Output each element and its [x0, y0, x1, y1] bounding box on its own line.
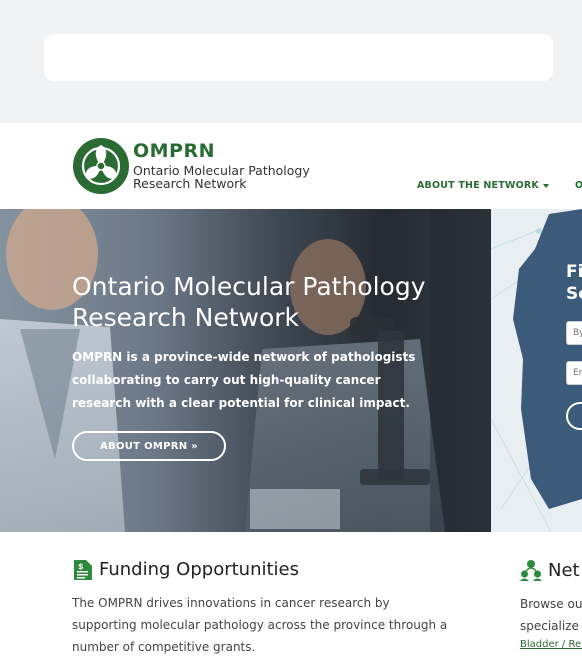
logo-abbreviation: OMPRN	[133, 139, 216, 162]
nav-about-the-network[interactable]: ABOUT THE NETWORK	[417, 180, 549, 191]
nav-item-2-label: OU	[574, 180, 582, 191]
network-text-line-2: specialize i	[520, 619, 582, 633]
browser-address-bar[interactable]	[44, 34, 553, 81]
finder-input-1[interactable]	[566, 321, 582, 345]
nav-about-label: ABOUT THE NETWORK	[417, 180, 539, 191]
webpage: OMPRN Ontario Molecular Pathology Resear…	[0, 123, 582, 670]
hero-description: OMPRN is a province-wide network of path…	[72, 350, 416, 410]
funding-document-icon: $	[74, 559, 92, 580]
finder-title-line-2: Se	[566, 284, 582, 304]
hero-title: Ontario Molecular Pathology Research Net…	[72, 272, 426, 332]
finder-title-line-1: Fi	[566, 262, 582, 282]
network-title: Net	[548, 559, 580, 581]
people-network-icon	[520, 560, 542, 581]
logo-name-line-2: Research Network	[133, 175, 247, 191]
main-navigation: ABOUT THE NETWORK OU	[417, 180, 582, 191]
finder-title: Fi Se	[566, 261, 582, 305]
network-text-line-1: Browse ou	[520, 597, 582, 611]
researcher-finder-panel: Fi Se	[491, 209, 582, 532]
logo-name-line-1: Ontario Molecular Pathology	[133, 162, 310, 178]
hero-banner: Ontario Molecular Pathology Research Net…	[0, 209, 491, 532]
about-omprn-button[interactable]: ABOUT OMPRN »	[72, 431, 226, 461]
omprn-logo[interactable]: OMPRN Ontario Molecular Pathology Resear…	[72, 137, 310, 195]
network-disease-site-link[interactable]: Bladder / Ren	[520, 639, 582, 650]
omprn-logo-mark-icon	[73, 138, 129, 194]
funding-description: The OMPRN drives innovations in cancer r…	[72, 596, 448, 654]
chevron-down-icon	[542, 183, 549, 188]
network-description: Browse ou specialize i	[520, 593, 582, 637]
nav-item-2[interactable]: OU	[575, 180, 582, 191]
network-section: Net Browse ou specialize i Bladder / Ren	[520, 559, 582, 650]
finder-input-2[interactable]	[566, 361, 582, 385]
funding-section: $ Funding Opportunities The OMPRN drives…	[72, 559, 452, 658]
svg-text:$: $	[78, 562, 84, 571]
funding-title: Funding Opportunities	[99, 559, 299, 580]
